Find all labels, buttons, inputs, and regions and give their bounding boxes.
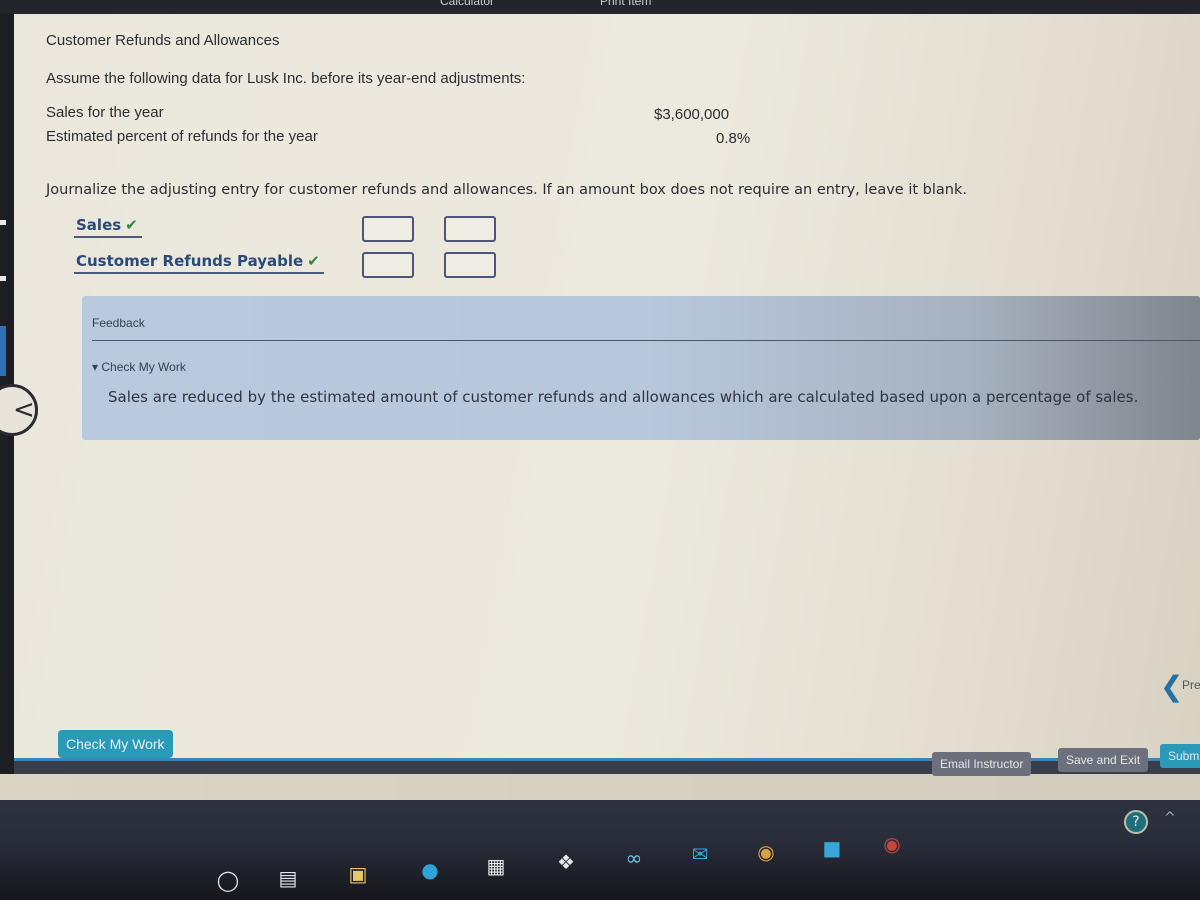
chevron-left-icon[interactable]: ❮: [1160, 670, 1183, 703]
zoom-icon[interactable]: ■: [818, 834, 846, 862]
debit-amount-input[interactable]: [362, 216, 414, 242]
search-icon[interactable]: ◯: [214, 866, 242, 894]
data-value-refund-percent: 0.8%: [716, 130, 751, 147]
calculator-link[interactable]: Calculator: [440, 0, 494, 8]
journal-account-sales[interactable]: Sales ✔: [74, 216, 142, 238]
account-label: Sales: [76, 216, 122, 234]
question-intro: Assume the following data for Lusk Inc. …: [46, 70, 526, 87]
chrome-profile-icon[interactable]: ◉: [878, 830, 906, 858]
checkmark-icon: ✔: [307, 252, 320, 270]
email-instructor-button[interactable]: Email Instructor: [932, 752, 1032, 776]
feedback-text: Sales are reduced by the estimated amoun…: [108, 388, 1139, 406]
print-item-link[interactable]: Print Item: [600, 0, 651, 8]
debit-amount-input[interactable]: [362, 252, 414, 278]
account-label: Customer Refunds Payable: [76, 252, 304, 270]
help-icon[interactable]: ?: [1124, 810, 1148, 834]
submit-button[interactable]: Subm: [1160, 744, 1200, 768]
rail-tick: [0, 276, 6, 281]
file-explorer-icon[interactable]: ▣: [344, 860, 372, 888]
question-panel: < Customer Refunds and Allowances Assume…: [0, 14, 1200, 774]
taskbar: ◯ ▤ ▣ ● ▦ ❖ ∞ ✉ ◉ ■ ◉: [0, 800, 1200, 900]
feedback-title: Feedback: [92, 316, 145, 330]
infinity-app-icon[interactable]: ∞: [620, 844, 648, 872]
tray-caret-icon[interactable]: ^: [1164, 810, 1176, 826]
credit-amount-input[interactable]: [444, 216, 496, 242]
data-value-sales: $3,600,000: [654, 106, 730, 123]
data-label-refund-percent: Estimated percent of refunds for the yea…: [46, 128, 318, 145]
task-view-icon[interactable]: ▤: [274, 864, 302, 892]
journal-account-customer-refunds-payable[interactable]: Customer Refunds Payable ✔: [74, 252, 324, 274]
check-my-work-button[interactable]: Check My Work: [58, 730, 173, 758]
edge-icon[interactable]: ●: [416, 856, 444, 884]
dropbox-icon[interactable]: ❖: [552, 848, 580, 876]
chevron-left-icon: <: [13, 395, 35, 425]
credit-amount-input[interactable]: [444, 252, 496, 278]
data-label-sales: Sales for the year: [46, 104, 164, 121]
question-title: Customer Refunds and Allowances: [46, 32, 280, 49]
save-and-exit-button[interactable]: Save and Exit: [1058, 748, 1149, 772]
top-toolbar: Calculator Print Item: [0, 0, 1200, 14]
check-my-work-toggle[interactable]: ▾ Check My Work: [92, 360, 186, 374]
mail-icon[interactable]: ✉: [686, 840, 714, 868]
store-icon[interactable]: ▦: [482, 852, 510, 880]
rail-active-indicator: [0, 326, 6, 376]
previous-question-button[interactable]: <: [0, 384, 38, 436]
checkmark-icon: ✔: [125, 216, 138, 234]
feedback-divider: [92, 340, 1200, 341]
chrome-icon[interactable]: ◉: [752, 838, 780, 866]
instruction-text: Journalize the adjusting entry for custo…: [46, 182, 967, 198]
feedback-panel: Feedback ▾ Check My Work Sales are reduc…: [82, 296, 1200, 440]
previous-button-label[interactable]: Pre: [1182, 678, 1200, 692]
rail-tick: [0, 220, 6, 225]
